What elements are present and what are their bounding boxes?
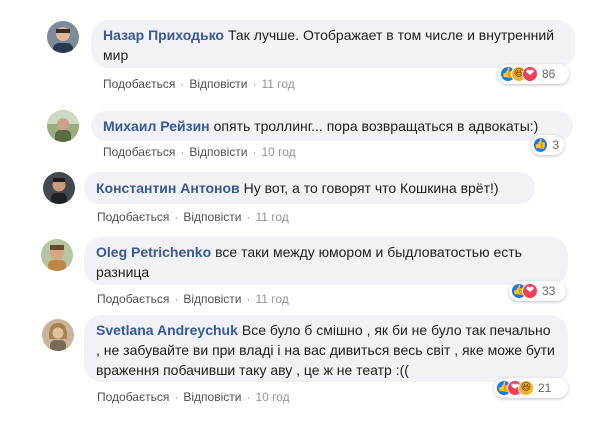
comment-meta: Подобається · Відповісти · 11 год (97, 210, 289, 224)
separator: · (174, 390, 179, 404)
reactions-badge[interactable]: 👍 ❤ 33 (509, 281, 566, 301)
like-link[interactable]: Подобається (97, 390, 169, 404)
reactions-badge[interactable]: 👍 ❤ 😆 21 (494, 378, 568, 398)
love-icon: ❤ (522, 66, 538, 82)
reaction-count: 33 (542, 284, 556, 298)
comment-author[interactable]: Константин Антонов (96, 180, 240, 196)
comment-meta: Подобається · Відповісти · 10 год (103, 145, 296, 159)
separator: · (180, 77, 185, 91)
separator: · (252, 77, 257, 91)
reaction-count: 21 (538, 381, 552, 395)
love-icon: ❤ (522, 283, 538, 299)
reply-link[interactable]: Відповісти (189, 77, 247, 91)
reaction-count: 86 (542, 67, 556, 81)
reactions-badge[interactable]: 👍 😆 ❤ 86 (498, 64, 569, 84)
comment-timestamp[interactable]: 10 год (255, 390, 289, 404)
comment-bubble: Oleg Petrichenko все таки между юмором и … (84, 237, 568, 285)
comment-author[interactable]: Oleg Petrichenko (96, 244, 211, 260)
separator: · (174, 292, 179, 306)
separator: · (246, 390, 251, 404)
reply-link[interactable]: Відповісти (189, 145, 247, 159)
reply-link[interactable]: Відповісти (183, 390, 241, 404)
separator: · (174, 210, 179, 224)
reactions-badge[interactable]: 👍 3 (531, 135, 564, 155)
reply-link[interactable]: Відповісти (183, 292, 241, 306)
comment-timestamp[interactable]: 10 год (261, 145, 295, 159)
comment-author[interactable]: Svetlana Andreychuk (96, 322, 238, 338)
separator: · (246, 210, 251, 224)
comment-bubble: Константин Антонов Ну вот, а то говорят ч… (84, 172, 535, 204)
separator: · (246, 292, 251, 306)
like-link[interactable]: Подобається (103, 145, 175, 159)
comment-timestamp[interactable]: 11 год (255, 210, 288, 224)
comment-meta: Подобається · Відповісти · 11 год (103, 77, 295, 91)
comment-meta: Подобається · Відповісти · 11 год (97, 292, 289, 306)
separator: · (180, 145, 185, 159)
reaction-count: 3 (552, 138, 559, 152)
comment-text: опять троллинг... пора возвращаться в ад… (213, 118, 539, 134)
avatar[interactable] (43, 172, 75, 204)
like-link[interactable]: Подобається (97, 210, 169, 224)
comment-timestamp[interactable]: 11 год (255, 292, 288, 306)
avatar[interactable] (41, 239, 73, 271)
comment-timestamp[interactable]: 11 год (261, 77, 294, 91)
comment-text: Ну вот, а то говорят что Кошкина врёт!) (243, 180, 499, 196)
comment-bubble: Михаил Рейзин опять троллинг... пора возв… (91, 111, 573, 141)
comment-bubble: Svetlana Andreychuk Все було б смішно , я… (84, 315, 568, 382)
avatar[interactable] (47, 110, 79, 142)
comment-meta: Подобається · Відповісти · 10 год (97, 390, 290, 404)
comment-bubble: Назар Приходько Так лучше. Отображает в т… (91, 20, 575, 68)
comment-author[interactable]: Михаил Рейзин (103, 118, 210, 134)
like-link[interactable]: Подобається (103, 77, 175, 91)
like-link[interactable]: Подобається (97, 292, 169, 306)
haha-icon: 😆 (518, 380, 534, 396)
separator: · (252, 145, 257, 159)
like-icon: 👍 (533, 137, 549, 153)
avatar[interactable] (47, 21, 79, 53)
comment-author[interactable]: Назар Приходько (103, 27, 224, 43)
avatar[interactable] (42, 319, 74, 351)
reply-link[interactable]: Відповісти (183, 210, 241, 224)
